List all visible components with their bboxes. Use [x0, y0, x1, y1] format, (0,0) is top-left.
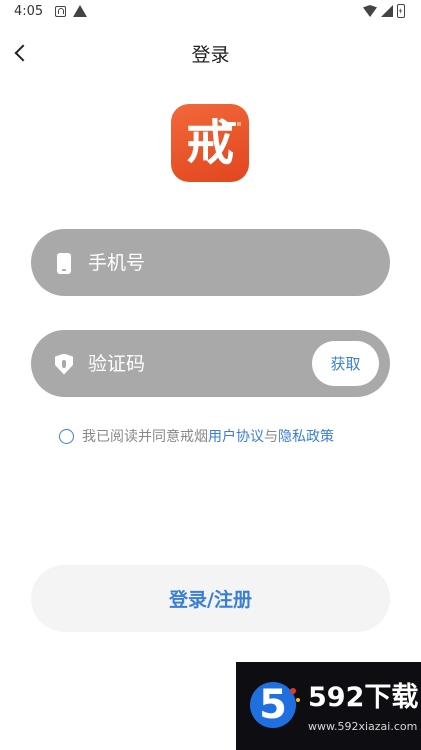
agreement-row: 我已阅读并同意戒烟 用户协议 与 隐私政策	[59, 426, 334, 446]
watermark-logo: 5	[250, 678, 300, 730]
watermark-dot-red	[290, 688, 296, 694]
status-bar: 4:05	[0, 0, 421, 26]
login-screen: 4:05 登录 戒 获取 我已阅读并同意戒烟 用户协议 与 隐私政策 登录/注册	[0, 0, 421, 750]
agreement-conjunction: 与	[264, 429, 278, 445]
status-time: 4:05	[14, 4, 44, 19]
watermark-brand: 592下载	[308, 682, 419, 713]
shield-icon-wrap	[53, 352, 75, 376]
privacy-policy-link[interactable]: 隐私政策	[278, 426, 334, 446]
phone-icon-wrap	[53, 251, 75, 275]
watermark-dot-yellow	[296, 698, 300, 702]
site-watermark: 5 592下载 www.592xiazai.com	[236, 662, 421, 750]
get-code-button[interactable]: 获取	[312, 341, 379, 386]
user-agreement-link[interactable]: 用户协议	[208, 426, 264, 446]
app-logo: 戒	[171, 104, 249, 182]
watermark-url: www.592xiazai.com	[308, 720, 418, 733]
shield-icon	[55, 353, 73, 375]
phone-icon	[57, 252, 71, 274]
battery-charging-icon	[397, 4, 405, 18]
cigarette-icon	[222, 122, 241, 126]
phone-field	[31, 229, 390, 296]
agreement-prefix: 我已阅读并同意戒烟	[82, 429, 208, 445]
signal-icon	[381, 5, 393, 17]
wifi-icon	[363, 5, 377, 17]
app-logo-text: 戒	[185, 115, 234, 171]
notification-a-icon	[55, 6, 66, 17]
code-input[interactable]	[88, 330, 308, 397]
phone-input[interactable]	[88, 229, 308, 296]
warning-icon	[73, 5, 87, 17]
radio-icon[interactable]	[59, 428, 74, 444]
login-register-button[interactable]: 登录/注册	[31, 565, 390, 632]
code-field: 获取	[31, 330, 390, 397]
watermark-badge-digit: 5	[259, 682, 287, 728]
page-title: 登录	[191, 44, 230, 66]
